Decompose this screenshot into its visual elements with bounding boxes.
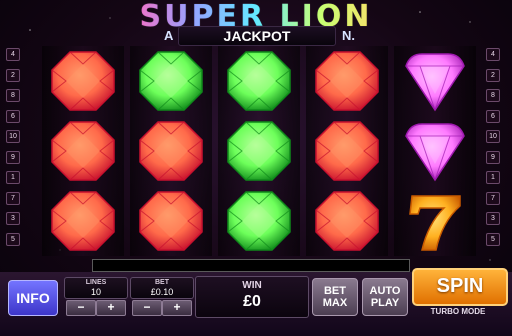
reel-4 [306,46,388,256]
payline-marker[interactable]: 9 [6,150,20,164]
lines-decrease-button[interactable]: − [66,300,96,316]
payline-marker[interactable]: 6 [486,109,500,123]
bet-increase-button[interactable]: + [162,300,192,316]
payline-marker[interactable]: 4 [6,48,20,61]
lines-display: LINES 10 [64,277,128,299]
jackpot-right-fragment: N. [342,28,355,43]
payline-marker[interactable]: 9 [486,150,500,164]
reel-3 [218,46,300,256]
payline-marker[interactable]: 1 [486,171,500,184]
payline-marker[interactable]: 7 [486,191,500,205]
payline-marker[interactable]: 4 [486,48,500,61]
payline-marker[interactable]: 8 [6,89,20,102]
green-gem-icon [130,46,212,116]
spin-button[interactable]: SPIN [412,268,508,306]
payline-marker[interactable]: 10 [486,130,500,143]
turbo-mode-toggle[interactable]: TURBO MODE [412,307,504,316]
red-gem-icon [130,186,212,256]
red-gem-icon [306,186,388,256]
win-display: WIN £0 [195,276,309,318]
payline-marker[interactable]: 2 [6,68,20,82]
green-gem-icon [218,46,300,116]
red-gem-icon [42,116,124,186]
payline-marker[interactable]: 8 [486,89,500,102]
red-gem-icon [306,116,388,186]
payline-marker[interactable]: 2 [486,68,500,82]
bet-label: BET [155,279,169,286]
win-value: £0 [243,293,261,310]
message-strip [92,259,410,272]
reel-5 [394,46,476,256]
payline-marker[interactable]: 1 [6,171,20,184]
red-gem-icon [306,46,388,116]
seven-symbol-icon [394,186,476,256]
red-gem-icon [42,46,124,116]
game-logo: SUPER LION A JACKPOT N. [128,2,384,46]
purple-gem-icon [394,116,476,186]
payline-marker[interactable]: 3 [6,212,20,225]
lines-increase-button[interactable]: + [96,300,126,316]
jackpot-banner: JACKPOT [178,26,336,46]
green-gem-icon [218,186,300,256]
bet-value: £0.10 [150,287,174,297]
bet-display: BET £0.10 [130,277,194,299]
payline-marker[interactable]: 5 [486,232,500,246]
bet-decrease-button[interactable]: − [132,300,162,316]
reel-area [40,46,476,256]
lines-value: 10 [90,287,101,297]
bet-max-button[interactable]: BET MAX [312,278,358,316]
jackpot-left-fragment: A [164,28,174,43]
lines-label: LINES [85,279,107,286]
payline-marker[interactable]: 10 [6,130,20,143]
reel-1 [42,46,124,256]
info-button[interactable]: INFO [8,280,58,316]
win-label: WIN [242,280,262,291]
red-gem-icon [42,186,124,256]
red-gem-icon [130,116,212,186]
green-gem-icon [218,116,300,186]
reel-2 [130,46,212,256]
auto-play-button[interactable]: AUTO PLAY [362,278,408,316]
payline-marker[interactable]: 5 [6,232,20,246]
purple-gem-icon [394,46,476,116]
payline-marker[interactable]: 6 [6,109,20,123]
payline-marker[interactable]: 7 [6,191,20,205]
payline-marker[interactable]: 3 [486,212,500,225]
